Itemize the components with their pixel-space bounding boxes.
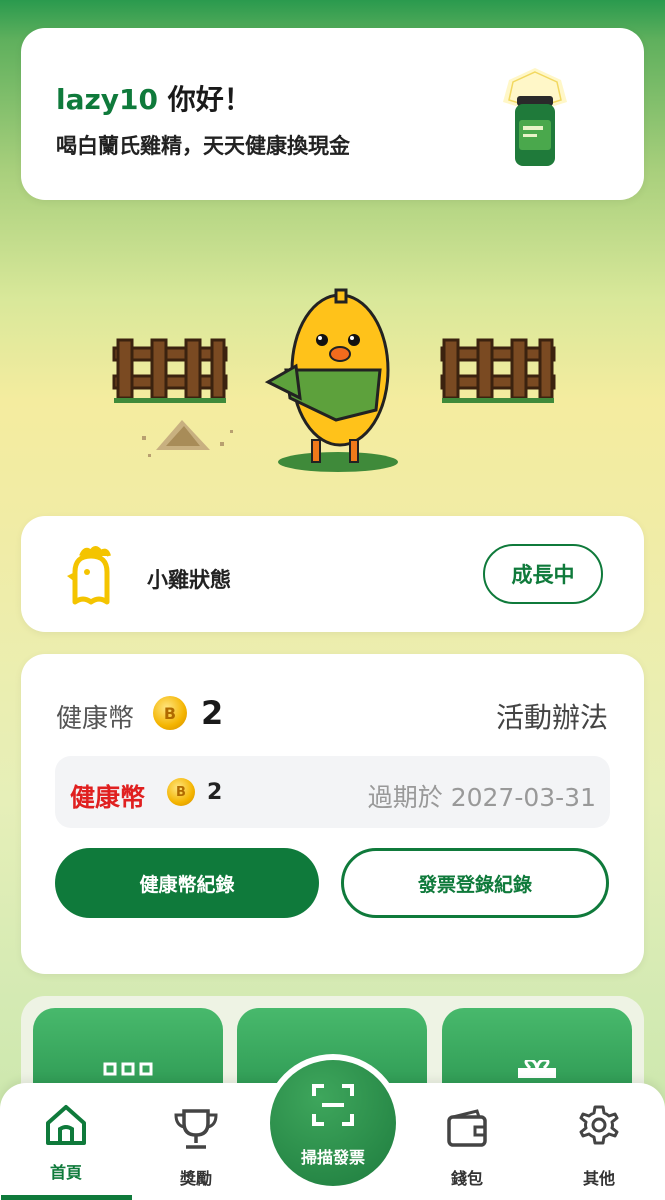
coin-row-amount: 2 (207, 780, 223, 805)
chick-character-image (264, 288, 390, 463)
active-tab-indicator (1, 1195, 132, 1200)
scan-invoice-circle: 掃描發票 (270, 1060, 396, 1186)
nav-item-more[interactable]: 其他 (534, 1083, 664, 1200)
username: lazy10 (56, 83, 159, 116)
chick-status-label: 小雞狀態 (147, 568, 231, 592)
fence-left-image (112, 338, 228, 400)
coin-row-label: 健康幣 (70, 783, 146, 812)
health-coins-card: 健康幣 B 2 活動辦法 健康幣 B 2 過期於 2027-03-31 健康幣紀… (21, 654, 644, 974)
home-icon (46, 1105, 86, 1145)
wallet-icon (447, 1109, 487, 1147)
scan-invoice-button[interactable]: 掃描發票 (264, 1054, 402, 1192)
greeting-card: lazy10 你好！ 喝白蘭氏雞精，天天健康換現金 (21, 28, 644, 200)
nav-label-more: 其他 (582, 1169, 615, 1188)
greeting-subtitle: 喝白蘭氏雞精，天天健康換現金 (56, 134, 350, 158)
coins-total: 2 (201, 694, 224, 732)
greeting-hello: 你好！ (158, 83, 252, 116)
chick-icon (67, 546, 111, 605)
growth-status-button[interactable]: 成長中 (483, 544, 603, 604)
grain-pile-image (142, 420, 233, 457)
gift-icon (518, 1060, 556, 1078)
coins-title: 健康幣 (56, 704, 135, 734)
qr-icon (103, 1062, 153, 1076)
nav-item-home[interactable]: 首頁 (1, 1083, 132, 1200)
coin-icon: B (153, 696, 187, 730)
scan-icon (312, 1084, 354, 1126)
coin-batch-row: 健康幣 B 2 過期於 2027-03-31 (55, 756, 610, 828)
nav-label-rewards: 獎勵 (179, 1169, 212, 1188)
nav-item-rewards[interactable]: 獎勵 (131, 1083, 261, 1200)
gear-icon (579, 1105, 619, 1145)
chick-farm-scene (112, 288, 556, 472)
invoice-history-button[interactable]: 發票登錄紀錄 (341, 848, 609, 918)
scan-invoice-label: 掃描發票 (300, 1148, 365, 1167)
nav-item-wallet[interactable]: 錢包 (402, 1083, 532, 1200)
coin-history-button[interactable]: 健康幣紀錄 (55, 848, 319, 918)
coin-row-expiry: 過期於 2027-03-31 (367, 783, 596, 812)
coin-icon: B (167, 778, 195, 806)
activity-rules-link[interactable]: 活動辦法 (496, 696, 608, 736)
chick-status-card: 小雞狀態 成長中 (21, 516, 644, 632)
fence-right-image (440, 338, 556, 400)
greeting-title: lazy10 你好！ (56, 78, 252, 118)
essence-bottle-image (503, 68, 567, 166)
nav-label-home: 首頁 (49, 1163, 82, 1182)
nav-label-wallet: 錢包 (450, 1169, 483, 1188)
trophy-icon (174, 1109, 218, 1149)
